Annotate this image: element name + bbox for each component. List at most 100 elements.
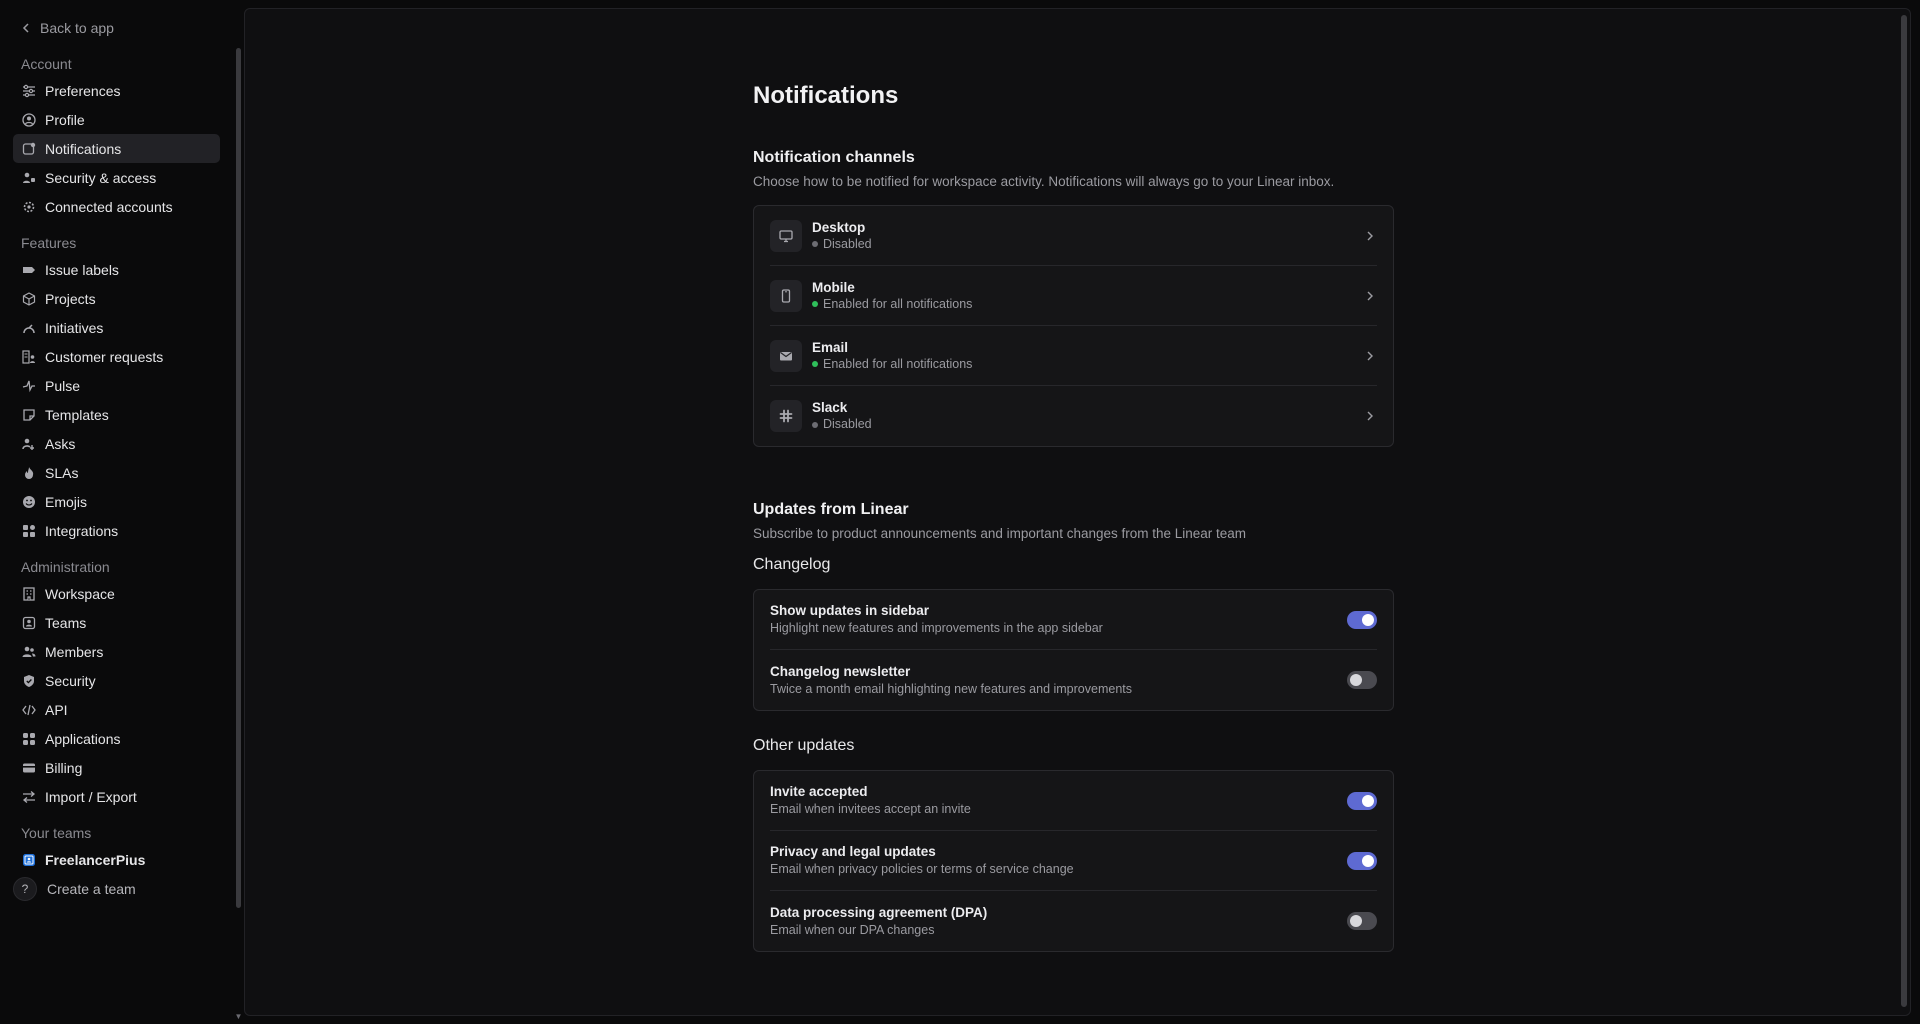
toggle-knob xyxy=(1350,674,1362,686)
sidebar-item-preferences[interactable]: Preferences xyxy=(13,76,220,105)
dpa-toggle[interactable] xyxy=(1347,912,1377,930)
sidebar-item-label: Customer requests xyxy=(45,348,164,365)
changelog-newsletter-toggle[interactable] xyxy=(1347,671,1377,689)
sidebar-item-connected-accounts[interactable]: Connected accounts xyxy=(13,192,220,221)
sidebar-item-templates[interactable]: Templates xyxy=(13,400,220,429)
sidebar-item-workspace[interactable]: Workspace xyxy=(13,579,220,608)
sidebar-scrollbar[interactable] xyxy=(236,48,241,908)
setting-description: Email when our DPA changes xyxy=(770,922,935,937)
sidebar-item-projects[interactable]: Projects xyxy=(13,284,220,313)
sidebar-item-initiatives[interactable]: Initiatives xyxy=(13,313,220,342)
channel-status-text: Disabled xyxy=(823,417,872,431)
chevron-right-icon xyxy=(1367,351,1373,360)
sidebar-item-api[interactable]: API xyxy=(13,695,220,724)
channel-text: Desktop Disabled xyxy=(812,219,1363,253)
setting-title: Invite accepted xyxy=(770,784,868,799)
chevron-right-icon xyxy=(1367,291,1373,300)
chevron-left-icon xyxy=(22,23,29,33)
sidebar-item-label: Members xyxy=(45,643,104,660)
sidebar-item-label: Security xyxy=(45,672,96,689)
customer-icon xyxy=(21,349,37,365)
updates-heading: Updates from Linear xyxy=(753,501,909,518)
sidebar-item-members[interactable]: Members xyxy=(13,637,220,666)
back-to-app-link[interactable]: Back to app xyxy=(13,16,240,40)
toggle-knob xyxy=(1362,794,1374,807)
sidebar-item-integrations[interactable]: Integrations xyxy=(13,516,220,545)
create-team-button[interactable]: ? Create a team xyxy=(13,874,240,903)
user-circle-icon xyxy=(21,112,37,128)
sidebar-item-teams[interactable]: Teams xyxy=(13,608,220,637)
sidebar-item-emojis[interactable]: Emojis xyxy=(13,487,220,516)
sidebar-item-label: Profile xyxy=(45,111,85,128)
features-nav: Issue labels Projects Initiatives Custom… xyxy=(13,255,240,545)
privacy-legal-toggle[interactable] xyxy=(1347,851,1377,870)
show-updates-toggle[interactable] xyxy=(1347,610,1377,629)
setting-row-invite-accepted: Invite accepted Email when invitees acce… xyxy=(770,771,1377,831)
sidebar-item-label: Teams xyxy=(45,614,87,631)
sidebar-item-slas[interactable]: SLAs xyxy=(13,458,220,487)
sidebar-item-label: Integrations xyxy=(45,522,119,539)
status-dot xyxy=(812,361,818,367)
invite-accepted-toggle[interactable] xyxy=(1347,791,1377,810)
chevron-right-icon xyxy=(1367,411,1373,421)
sidebar-item-label: Notifications xyxy=(45,140,122,157)
channel-status-text: Enabled for all notifications xyxy=(823,356,973,371)
account-section-title: Account xyxy=(21,56,72,72)
sidebar-item-billing[interactable]: Billing xyxy=(13,753,220,782)
channel-status: Enabled for all notifications xyxy=(812,296,1363,313)
channel-row-slack[interactable]: Slack Disabled xyxy=(770,386,1377,446)
setting-description: Highlight new features and improvements … xyxy=(770,621,1103,635)
sidebar-item-label: Templates xyxy=(45,406,109,423)
phone-icon xyxy=(770,279,802,312)
setting-text: Data processing agreement (DPA) Email wh… xyxy=(770,904,1347,939)
sidebar-item-label: Pulse xyxy=(45,377,81,394)
setting-text: Invite accepted Email when invitees acce… xyxy=(770,783,1347,818)
toggle-knob xyxy=(1350,915,1362,927)
slack-icon xyxy=(770,400,802,432)
setting-row-changelog-newsletter: Changelog newsletter Twice a month email… xyxy=(770,650,1377,710)
team-avatar-icon xyxy=(21,852,37,868)
sidebar-scroll-down-arrow[interactable]: ▼ xyxy=(234,1012,243,1021)
grid-icon xyxy=(21,523,37,539)
channels-description: Choose how to be notified for workspace … xyxy=(753,174,1335,189)
sidebar-item-issue-labels[interactable]: Issue labels xyxy=(13,255,220,284)
sidebar-item-security[interactable]: Security xyxy=(13,666,220,695)
sidebar-item-pulse[interactable]: Pulse xyxy=(13,371,220,400)
sidebar-item-import-export[interactable]: Import / Export xyxy=(13,782,220,811)
card-icon xyxy=(21,760,37,776)
sidebar-item-applications[interactable]: Applications xyxy=(13,724,220,753)
sidebar-item-asks[interactable]: Asks xyxy=(13,429,220,458)
features-section-title: Features xyxy=(21,235,77,251)
setting-title: Data processing agreement (DPA) xyxy=(770,904,988,920)
setting-title: Privacy and legal updates xyxy=(770,844,936,859)
setting-description: Email when invitees accept an invite xyxy=(770,802,971,816)
building-icon xyxy=(21,586,37,602)
emoji-icon xyxy=(21,494,37,510)
channel-status: Enabled for all notifications xyxy=(812,356,1363,373)
sidebar-item-team-freelancerpius[interactable]: FreelancerPius xyxy=(13,845,220,874)
status-dot xyxy=(812,301,818,307)
notification-icon xyxy=(21,141,37,157)
channel-row-desktop[interactable]: Desktop Disabled xyxy=(770,206,1377,266)
pulse-icon xyxy=(21,378,37,394)
gear-icon xyxy=(21,199,37,215)
other-updates-heading: Other updates xyxy=(753,737,855,754)
channel-name: Slack xyxy=(812,400,848,415)
channel-row-email[interactable]: Email Enabled for all notifications xyxy=(770,326,1377,386)
channel-text: Email Enabled for all notifications xyxy=(812,339,1363,373)
sidebar-item-profile[interactable]: Profile xyxy=(13,105,220,134)
sidebar-item-security-access[interactable]: Security & access xyxy=(13,163,220,192)
sidebar-item-customer-requests[interactable]: Customer requests xyxy=(13,342,220,371)
template-icon xyxy=(21,407,37,423)
notifications-content: Notifications Notification channels Choo… xyxy=(753,77,1394,952)
channel-row-mobile[interactable]: Mobile Enabled for all notifications xyxy=(770,266,1377,326)
status-dot xyxy=(812,421,818,428)
main-scrollbar[interactable] xyxy=(1901,15,1907,1007)
cube-icon xyxy=(21,291,37,307)
arrows-icon xyxy=(21,789,37,805)
channel-status: Disabled xyxy=(812,416,1363,433)
sidebar-item-notifications[interactable]: Notifications xyxy=(13,134,220,163)
flame-icon xyxy=(21,465,37,481)
setting-text: Show updates in sidebar Highlight new fe… xyxy=(770,602,1347,637)
help-button[interactable]: ? xyxy=(13,876,37,901)
